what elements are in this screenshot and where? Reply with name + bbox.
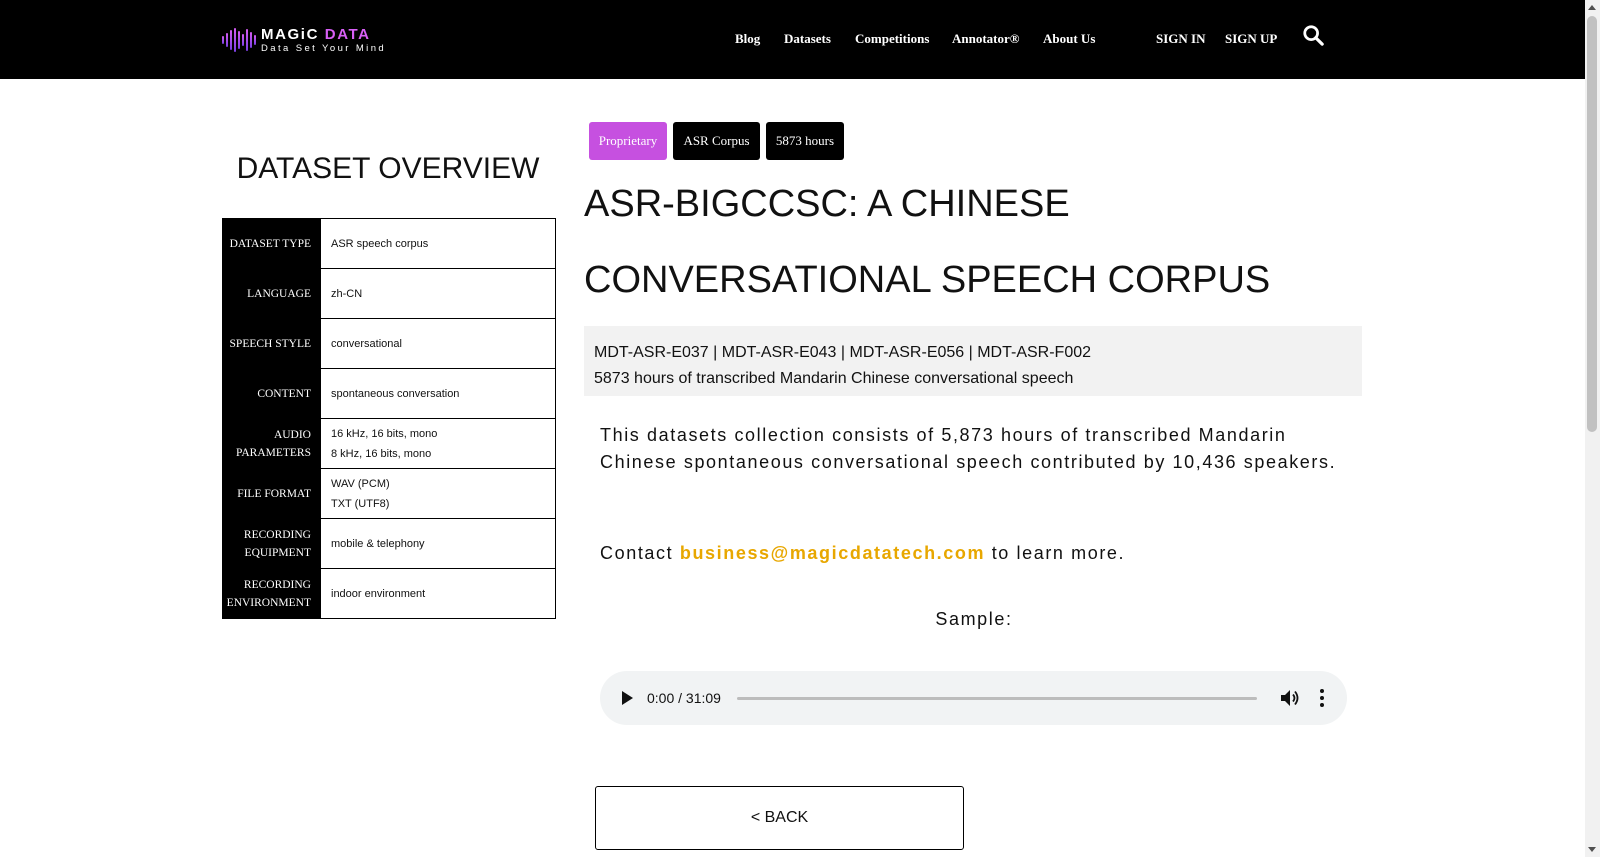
nav-competitions[interactable]: Competitions: [855, 31, 929, 47]
spec-value: ASR speech corpus: [331, 237, 429, 250]
logo-text-accent: DATA: [324, 25, 371, 43]
spec-label: CONTENT: [223, 369, 321, 418]
spec-value: zh-CN: [331, 287, 363, 300]
page-scrollbar[interactable]: [1585, 0, 1600, 857]
spec-row-recording-environment: RECORDING ENVIRONMENT indoor environment: [223, 569, 555, 618]
page-title: ASR-BIGCCSC: A CHINESE CONVERSATIONAL SP…: [584, 183, 1271, 301]
sign-in-link[interactable]: SIGN IN: [1156, 31, 1206, 47]
audio-time: 0:00 / 31:09: [647, 690, 721, 706]
overview-title: DATASET OVERVIEW: [236, 152, 540, 185]
spec-label: LANGUAGE: [223, 269, 321, 318]
spec-label: RECORDING ENVIRONMENT: [223, 569, 321, 618]
spec-value: 8 kHz, 16 bits, mono: [331, 447, 432, 460]
dataset-summary: 5873 hours of transcribed Mandarin Chine…: [594, 370, 1074, 387]
tag-hours[interactable]: 5873 hours: [766, 122, 844, 160]
sign-up-link[interactable]: SIGN UP: [1225, 31, 1277, 47]
spec-value: mobile & telephony: [331, 537, 425, 550]
spec-label: RECORDING EQUIPMENT: [223, 519, 321, 568]
nav-datasets[interactable]: Datasets: [784, 31, 831, 47]
spec-row-recording-equipment: RECORDING EQUIPMENT mobile & telephony: [223, 519, 555, 569]
tag-proprietary[interactable]: Proprietary: [589, 122, 667, 160]
sample-label: Sample:: [935, 609, 1013, 629]
spec-row-dataset-type: DATASET TYPE ASR speech corpus: [223, 219, 555, 269]
spec-label: AUDIO PARAMETERS: [223, 419, 321, 468]
spec-row-file-format: FILE FORMAT WAV (PCM) TXT (UTF8): [223, 469, 555, 519]
nav-blog[interactable]: Blog: [735, 31, 760, 47]
back-button[interactable]: < BACK: [595, 786, 964, 850]
volume-icon[interactable]: [1280, 689, 1300, 707]
spec-value: spontaneous conversation: [331, 387, 460, 400]
spec-value: indoor environment: [331, 587, 426, 600]
logo-tagline: Data Set Your Mind: [261, 42, 387, 54]
spec-row-language: LANGUAGE zh-CN: [223, 269, 555, 319]
spec-value: TXT (UTF8): [331, 497, 390, 510]
contact-suffix: to learn more.: [985, 543, 1126, 563]
scroll-up-icon[interactable]: [1588, 5, 1596, 10]
site-header: MAGiC DATA Data Set Your Mind Blog Datas…: [0, 0, 1585, 79]
spec-row-speech-style: SPEECH STYLE conversational: [223, 319, 555, 369]
logo-waveform-icon: [222, 27, 256, 53]
contact-email-link[interactable]: business@magicdatatech.com: [680, 543, 985, 563]
contact-prefix: Contact: [600, 543, 680, 563]
spec-value: conversational: [331, 337, 402, 350]
spec-row-content: CONTENT spontaneous conversation: [223, 369, 555, 419]
spec-table: DATASET TYPE ASR speech corpus LANGUAGE …: [222, 218, 556, 619]
more-vertical-icon[interactable]: [1319, 688, 1325, 708]
dataset-ids: MDT-ASR-E037 | MDT-ASR-E043 | MDT-ASR-E0…: [594, 344, 1092, 361]
tag-asr-corpus[interactable]: ASR Corpus: [673, 122, 760, 160]
spec-label: SPEECH STYLE: [223, 319, 321, 368]
scroll-thumb[interactable]: [1587, 16, 1597, 432]
play-icon[interactable]: [622, 691, 633, 705]
logo-text: MAGiC: [261, 25, 325, 43]
dataset-id-box: MDT-ASR-E037 | MDT-ASR-E043 | MDT-ASR-E0…: [584, 326, 1362, 396]
scroll-down-icon[interactable]: [1588, 847, 1596, 852]
search-icon[interactable]: [1302, 24, 1324, 46]
spec-value: WAV (PCM): [331, 477, 390, 490]
dataset-description: This datasets collection consists of 5,8…: [600, 425, 1337, 472]
spec-label: DATASET TYPE: [223, 219, 321, 268]
nav-annotator[interactable]: Annotator®: [952, 31, 1020, 47]
spec-value: 16 kHz, 16 bits, mono: [331, 427, 438, 440]
nav-about-us[interactable]: About Us: [1043, 31, 1095, 47]
audio-progress-slider[interactable]: [737, 697, 1257, 700]
logo[interactable]: MAGiC DATA Data Set Your Mind: [222, 26, 386, 54]
spec-label: FILE FORMAT: [223, 469, 321, 518]
audio-player[interactable]: 0:00 / 31:09: [600, 671, 1347, 725]
spec-row-audio-parameters: AUDIO PARAMETERS 16 kHz, 16 bits, mono 8…: [223, 419, 555, 469]
contact-line: Contact business@magicdatatech.com to le…: [600, 543, 1340, 564]
